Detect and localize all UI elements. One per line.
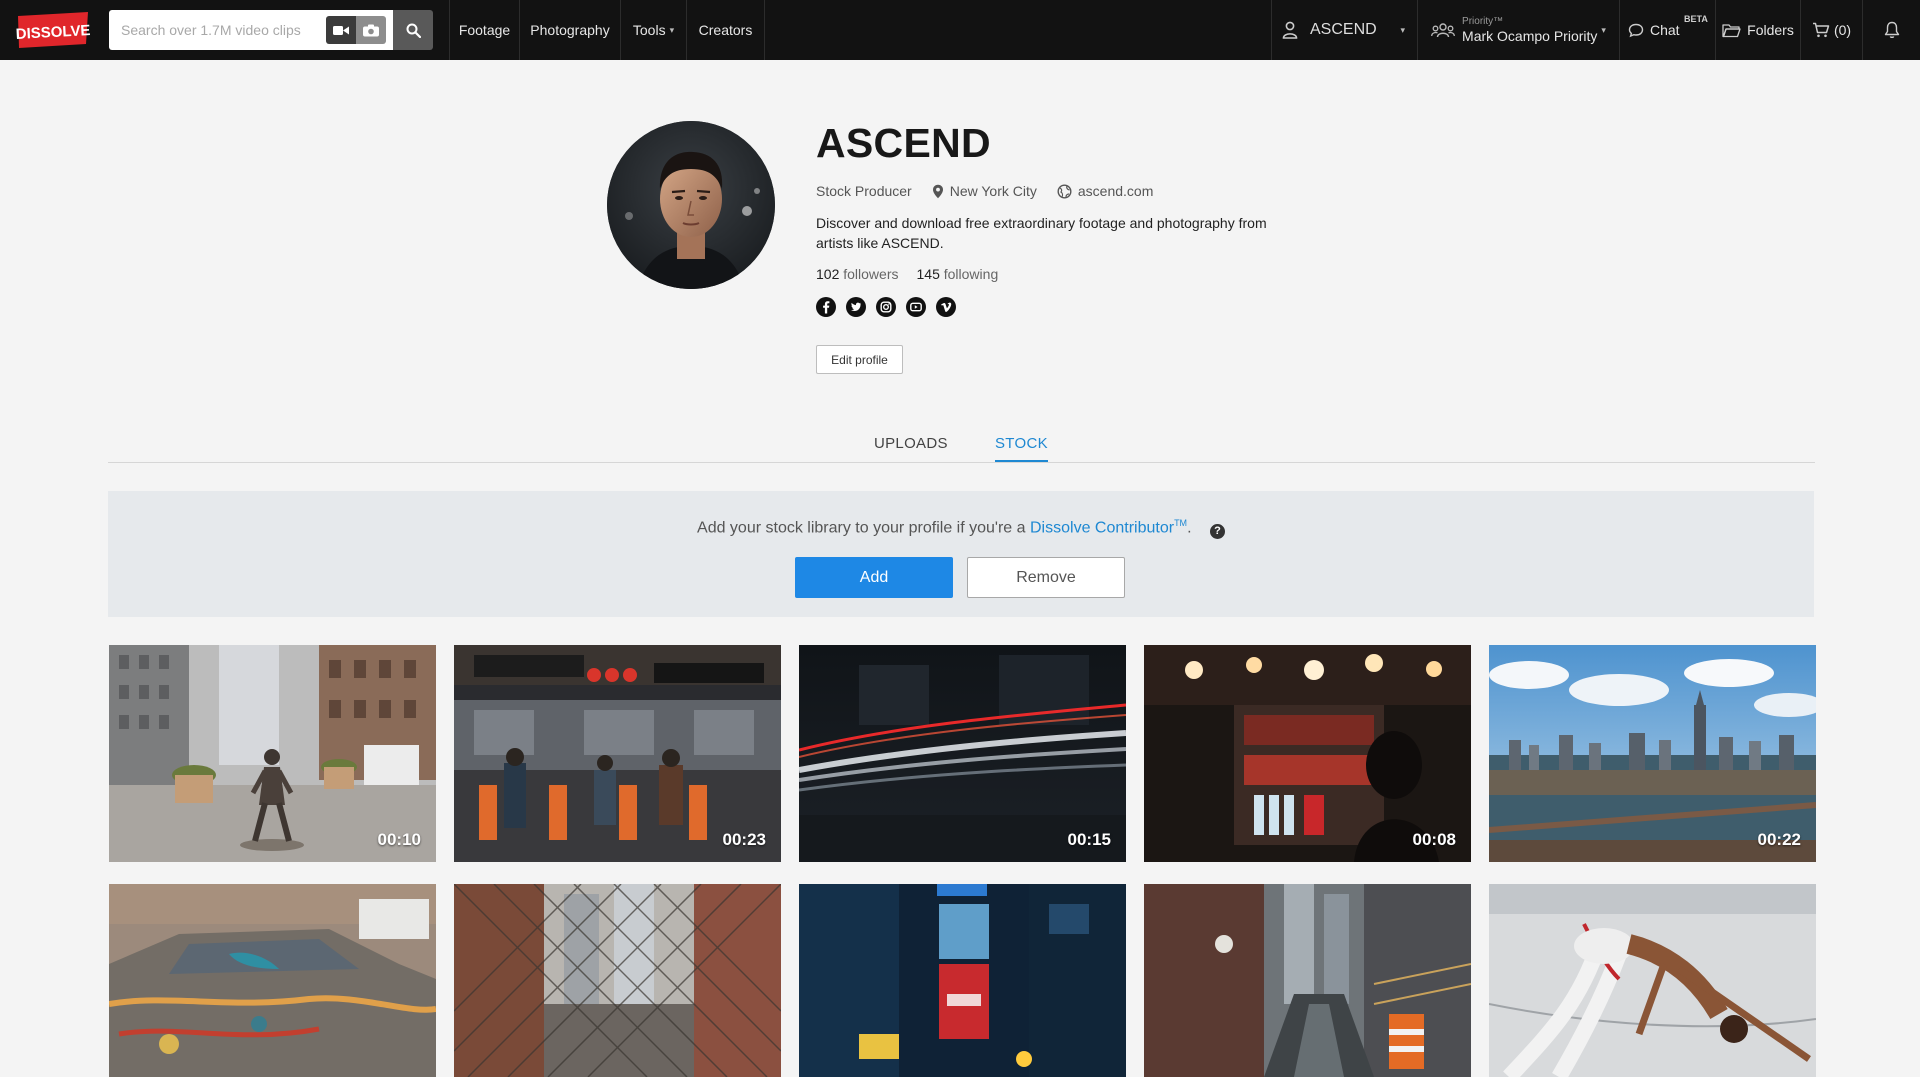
cart-count: (0) xyxy=(1833,22,1852,38)
nav-folders[interactable]: Folders xyxy=(1715,0,1800,60)
nav-footage-label: Footage xyxy=(458,22,511,38)
rooftop-dancer-image xyxy=(1489,884,1816,1077)
video-mode-toggle[interactable] xyxy=(326,16,356,44)
followers-label: followers xyxy=(843,266,899,282)
clip-thumbnail[interactable] xyxy=(109,884,436,1077)
profile-website-link[interactable]: ascend.com xyxy=(1078,183,1153,199)
chat-bubble-icon xyxy=(1628,23,1644,38)
chevron-down-icon: ▾ xyxy=(1601,24,1606,35)
clip-thumbnail[interactable] xyxy=(1489,884,1816,1077)
group-users-icon xyxy=(1431,23,1455,38)
clip-thumbnail[interactable] xyxy=(799,884,1126,1077)
edit-profile-button[interactable]: Edit profile xyxy=(816,345,903,374)
clip-duration: 00:23 xyxy=(722,830,766,849)
nav-creators[interactable]: Creators xyxy=(686,0,765,60)
clip-thumbnail[interactable]: 00:23 xyxy=(454,645,781,862)
painted-car-image xyxy=(109,884,436,1077)
following-label: following xyxy=(943,266,999,282)
user-account-menu[interactable]: ASCEND ▾ xyxy=(1271,0,1417,60)
nav-cart[interactable]: (0) xyxy=(1800,0,1863,60)
cart-icon xyxy=(1812,22,1830,38)
youtube-icon[interactable] xyxy=(906,297,926,317)
nav-tools[interactable]: Tools ▾ xyxy=(620,0,686,60)
dissolve-logo[interactable]: DISSOLVE xyxy=(15,10,91,50)
vimeo-icon[interactable] xyxy=(936,297,956,317)
times-square-image xyxy=(799,884,1126,1077)
clip-duration: 00:22 xyxy=(1757,830,1801,849)
banner-message: Add your stock library to your profile i… xyxy=(697,519,1026,537)
priority-label: Priority™ xyxy=(1462,16,1504,27)
followers-link[interactable]: 102 followers xyxy=(816,266,899,282)
clip-thumbnail[interactable] xyxy=(454,884,781,1077)
folders-label: Folders xyxy=(1747,22,1794,38)
profile-meta: Stock Producer New York City ascend.com xyxy=(816,183,1153,199)
trademark-mark: TM xyxy=(1174,518,1188,528)
nav-creators-label: Creators xyxy=(698,22,753,38)
photo-camera-icon xyxy=(363,24,379,36)
chevron-down-icon: ▾ xyxy=(669,24,675,35)
avatar-portrait-image xyxy=(607,121,775,289)
profile-location: New York City xyxy=(949,183,1037,199)
help-icon[interactable]: ? xyxy=(1209,523,1225,539)
priority-account-name: Mark Ocampo Priority xyxy=(1462,28,1598,44)
wet-city-street-image xyxy=(1144,884,1471,1077)
remove-stock-button[interactable]: Remove xyxy=(967,557,1125,598)
profile-tabs: UPLOADS STOCK xyxy=(108,430,1815,463)
video-camera-icon xyxy=(333,25,349,35)
location-pin-icon xyxy=(932,184,943,198)
clip-duration: 00:10 xyxy=(377,830,421,849)
clip-duration: 00:15 xyxy=(1067,830,1111,849)
top-navigation-bar: DISSOLVE Footage Photography Tools▾ Crea… xyxy=(0,0,1920,60)
notifications-button[interactable] xyxy=(1863,0,1920,60)
profile-bio: Discover and download free extraordinary… xyxy=(816,215,1267,251)
profile-role: Stock Producer xyxy=(816,183,912,199)
photo-mode-toggle[interactable] xyxy=(356,16,386,44)
search-box xyxy=(109,10,393,50)
nav-photography-label: Photography xyxy=(530,22,610,38)
clip-thumbnail[interactable] xyxy=(1144,884,1471,1077)
clip-thumbnail[interactable]: 00:08 xyxy=(1144,645,1471,862)
clip-duration: 00:08 xyxy=(1412,830,1456,849)
nav-chat[interactable]: Chat BETA xyxy=(1619,0,1715,60)
nav-footage[interactable]: Footage xyxy=(449,0,519,60)
search-input[interactable] xyxy=(109,10,324,50)
user-name: ASCEND xyxy=(1310,21,1377,38)
social-links xyxy=(816,297,956,317)
chat-label: Chat xyxy=(1650,22,1680,38)
twitter-icon[interactable] xyxy=(846,297,866,317)
clip-thumbnail[interactable]: 00:10 xyxy=(109,645,436,862)
search-button[interactable] xyxy=(393,10,433,50)
user-icon xyxy=(1282,21,1298,39)
clip-thumbnail[interactable]: 00:15 xyxy=(799,645,1126,862)
folder-icon xyxy=(1722,23,1741,37)
banner-period: . xyxy=(1187,519,1192,537)
add-stock-button[interactable]: Add xyxy=(795,557,953,598)
tab-uploads[interactable]: UPLOADS xyxy=(874,435,948,460)
priority-account-menu[interactable]: Priority™ Mark Ocampo Priority ▾ xyxy=(1417,0,1619,60)
dissolve-contributor-link[interactable]: Dissolve Contributor xyxy=(1030,519,1174,536)
stock-banner-text: Add your stock library to your profile i… xyxy=(108,518,1814,539)
stock-library-banner: Add your stock library to your profile i… xyxy=(108,491,1814,617)
bell-icon xyxy=(1884,21,1899,39)
search-icon xyxy=(406,23,421,38)
profile-avatar xyxy=(607,121,775,289)
nav-photography[interactable]: Photography xyxy=(519,0,620,60)
chevron-down-icon: ▾ xyxy=(1400,24,1405,35)
followers-count: 102 xyxy=(816,266,840,282)
profile-name: ASCEND xyxy=(816,120,991,166)
following-count: 145 xyxy=(916,266,940,282)
following-link[interactable]: 145 following xyxy=(917,266,999,282)
clip-thumbnail[interactable]: 00:22 xyxy=(1489,645,1816,862)
instagram-icon[interactable] xyxy=(876,297,896,317)
facebook-icon[interactable] xyxy=(816,297,836,317)
tab-stock[interactable]: STOCK xyxy=(995,435,1048,462)
beta-badge: BETA xyxy=(1684,14,1708,24)
chain-fence-street-image xyxy=(454,884,781,1077)
follow-stats: 102 followers 145 following xyxy=(816,266,998,282)
nav-tools-label: Tools xyxy=(632,22,666,38)
globe-icon xyxy=(1057,183,1072,199)
